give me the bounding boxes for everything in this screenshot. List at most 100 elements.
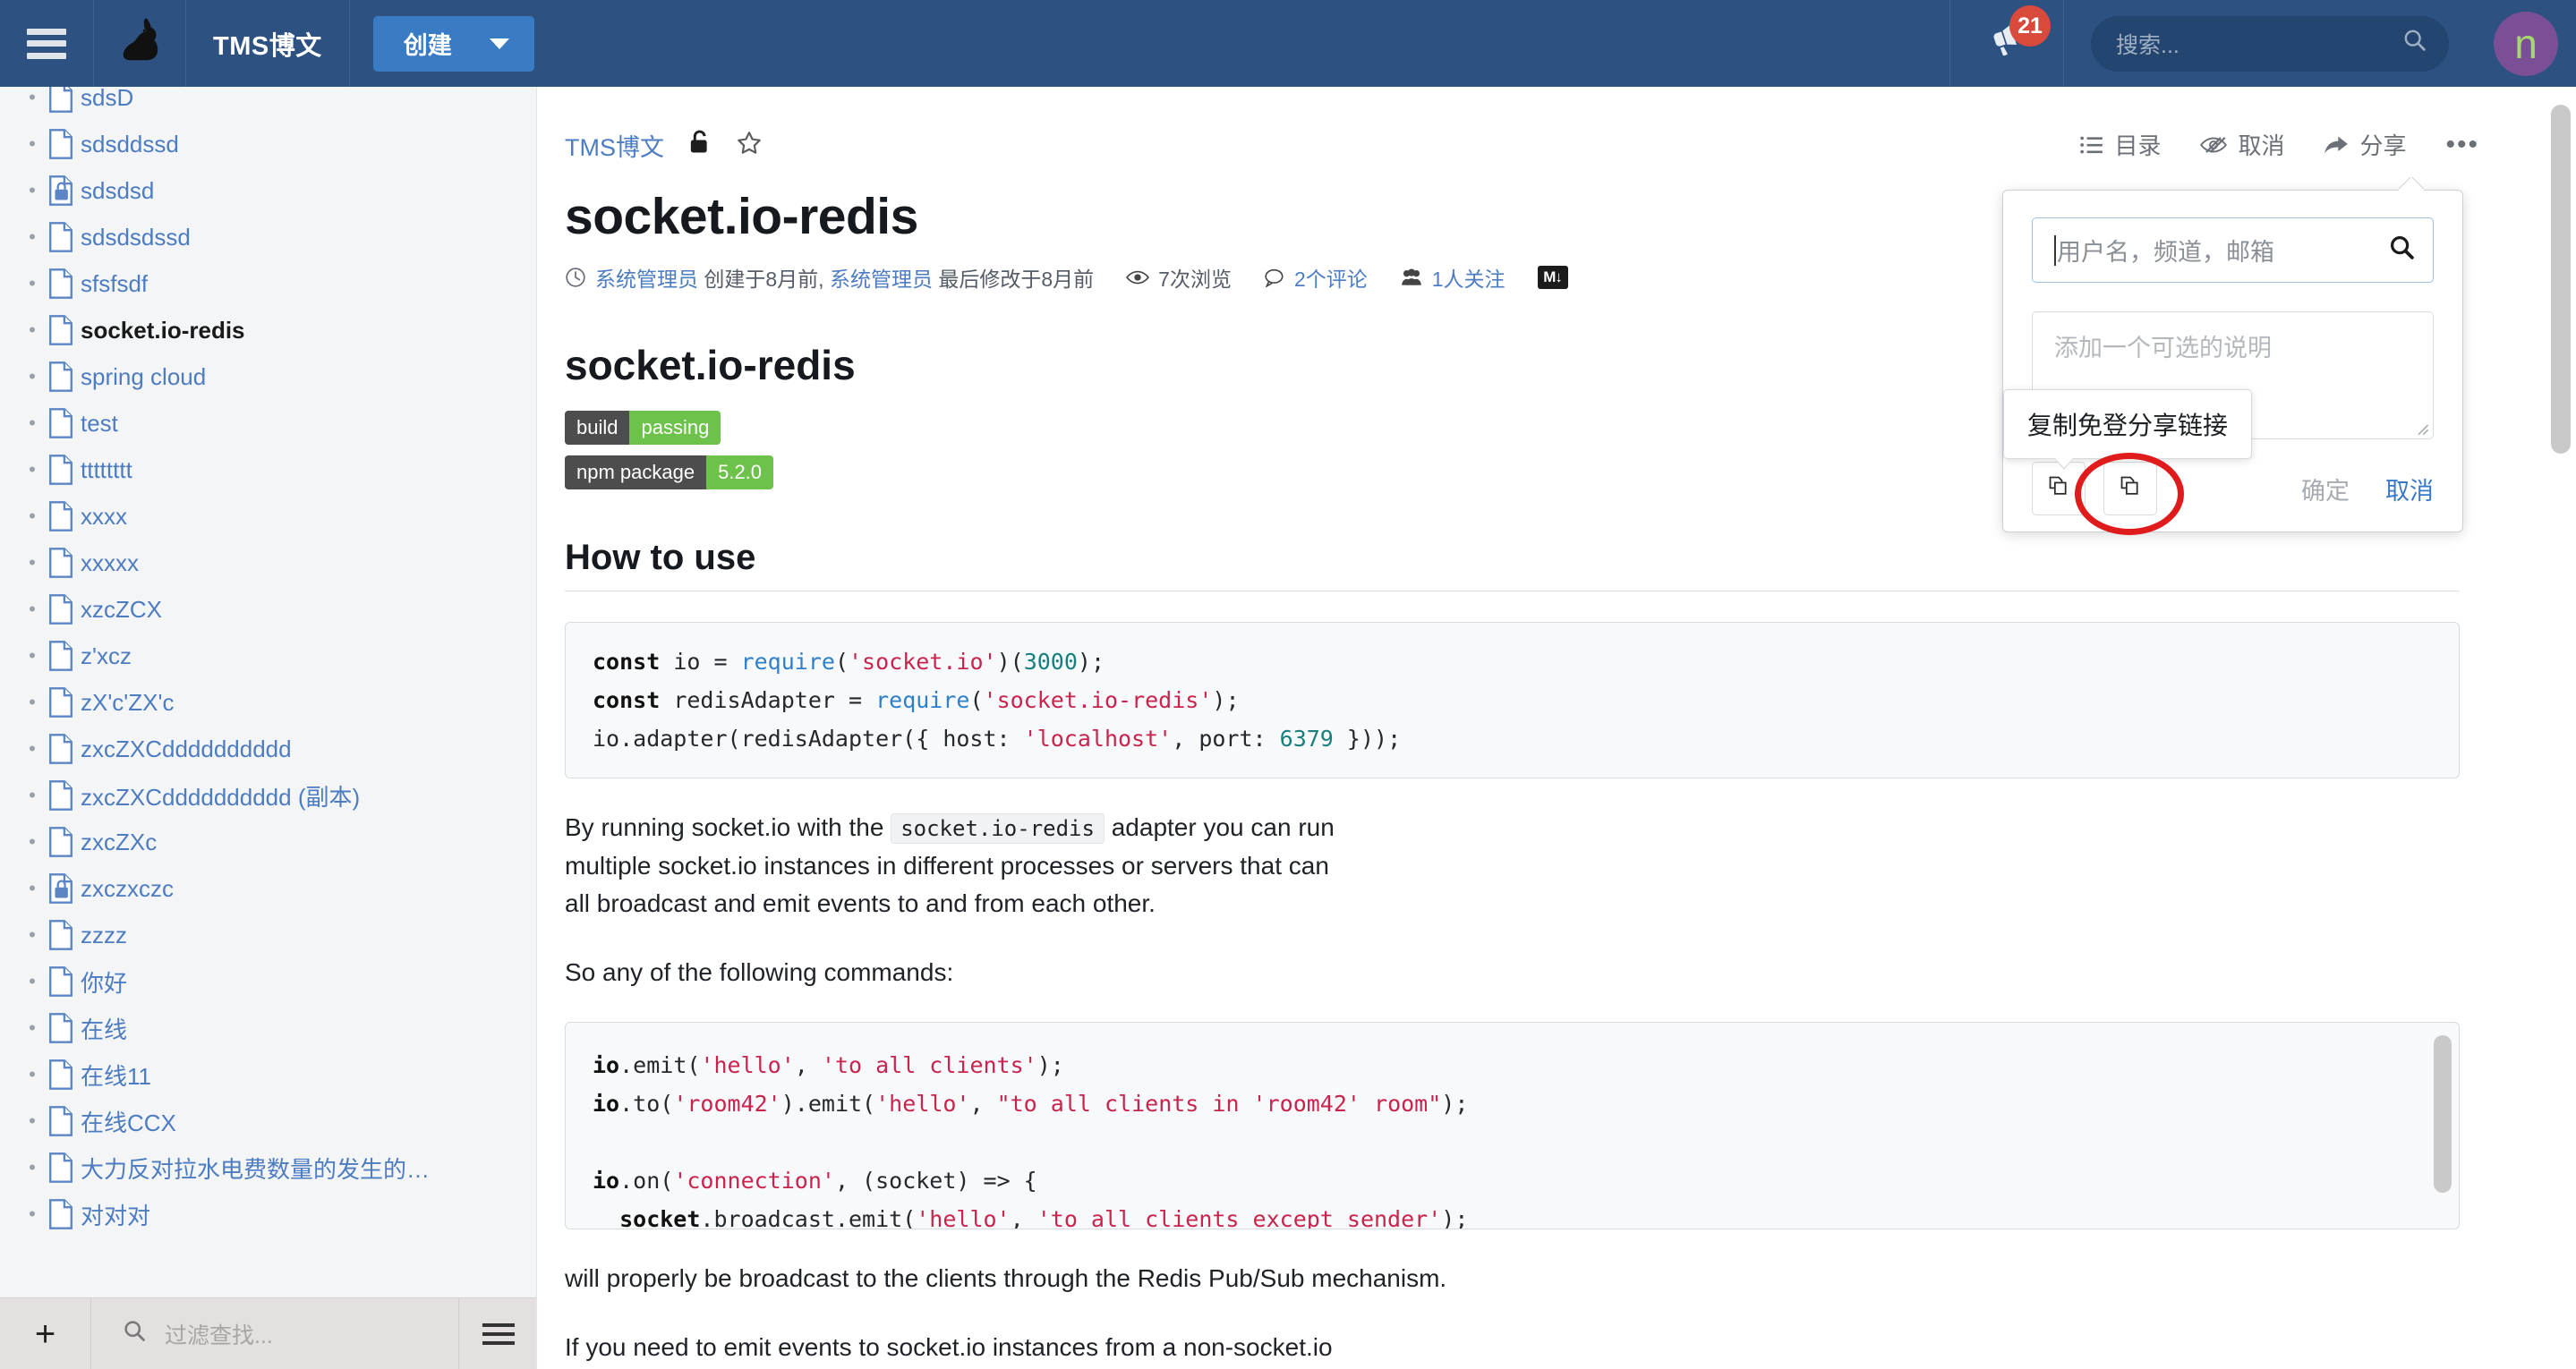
sidebar-item-zzzz[interactable]: • zzzz [0,912,536,958]
sidebar-item-[interactable]: • 在线 [0,1005,536,1051]
document-icon [41,687,81,718]
copy-nologin-share-link-button[interactable] [2103,462,2157,515]
sidebar-item-xxxxx[interactable]: • xxxxx [0,540,536,586]
share-confirm-button[interactable]: 确定 [2301,472,2350,506]
code-punct: ( [834,649,849,675]
sidebar-item-label: xxxx [81,502,127,530]
sidebar-item-ccx[interactable]: • 在线CCX [0,1098,536,1144]
inline-code: socket.io-redis [891,813,1105,844]
search-icon [122,1318,147,1349]
sidebar-filter-input[interactable]: 过滤查找... [91,1318,458,1350]
menu-toggle-button[interactable] [0,0,94,87]
code-text: .emit( [619,1052,701,1079]
share-button[interactable]: 分享 [2304,123,2426,166]
search-icon[interactable] [2388,234,2415,267]
site-logo-button[interactable] [94,0,186,87]
sidebar-item-test[interactable]: • test [0,400,536,446]
sidebar-item-sfsfsdf[interactable]: • sfsfsdf [0,260,536,307]
doc-heading-2: How to use [565,538,2460,591]
share-recipient-input[interactable]: 用户名，频道，邮箱 [2032,217,2434,283]
sidebar-item-label: zxczxczc [81,874,174,902]
sidebar-item-zx-c-zx-c[interactable]: • zX'c'ZX'c [0,679,536,726]
code-block-scrollbar[interactable] [2434,1035,2452,1194]
sidebar: • sdsD • sdsddssd • sdsdsd • sdsdsdssd • sfsfsdf •… [0,87,537,1369]
bullet-icon: • [29,1203,36,1225]
eye-slash-icon [2200,135,2228,155]
breadcrumb-space-link[interactable]: TMS博文 [565,128,664,163]
sidebar-item-[interactable]: • 对对对 [0,1191,536,1237]
ellipsis-icon[interactable]: ••• [2426,124,2499,166]
sidebar-item-label: 大力反对拉水电费数量的发生的… [81,1155,431,1183]
document-icon [41,780,81,811]
bullet-icon: • [29,1016,36,1039]
sidebar-item-sdsddssd[interactable]: • sdsddssd [0,121,536,167]
sidebar-item-label: 在线CCX [81,1109,176,1136]
notifications-button[interactable]: 21 [1949,0,2064,87]
unwatch-button[interactable]: 取消 [2180,123,2304,166]
sidebar-item-z-xcz[interactable]: • z'xcz [0,633,536,679]
toc-button[interactable]: 目录 [2060,123,2180,166]
sidebar-footer: + 过滤查找... [0,1297,536,1369]
code-text: , [794,1052,822,1079]
sidebar-item-label: 在线 [81,1016,128,1043]
sidebar-item-spring-cloud[interactable]: • spring cloud [0,353,536,400]
code-text: , port: [1172,726,1280,752]
sidebar-item-zxczxcdddddddddd[interactable]: • zxcZXCdddddddddd (副本) [0,772,536,819]
document-icon [41,315,81,345]
share-cancel-button[interactable]: 取消 [2385,472,2434,506]
sidebar-item-label: zzzz [81,921,127,948]
sidebar-menu-button[interactable] [458,1297,536,1369]
editor-link[interactable]: 系统管理员 [830,262,933,293]
sidebar-item-label: z'xcz [81,642,132,669]
code-punct: )( [996,649,1024,675]
sidebar-item-zxczxcdddddddddd[interactable]: • zxcZXCdddddddddd [0,726,536,772]
sidebar-item-zxczxc[interactable]: • zxcZXc [0,819,536,865]
chevron-down-icon[interactable] [489,38,509,49]
share-recipient-placeholder: 用户名，频道，邮箱 [2057,239,2274,266]
unlocked-icon[interactable] [689,130,711,161]
code-string: 'hello' [916,1206,1011,1230]
bullet-icon: • [29,830,36,853]
add-page-button[interactable]: + [0,1297,91,1369]
user-menu-button[interactable]: n [2476,0,2576,87]
star-outline-icon[interactable] [736,130,763,161]
markdown-badge: M↓ [1537,266,1568,289]
sidebar-item-label: test [81,409,118,437]
sidebar-item-tttttttt[interactable]: • tttttttt [0,446,536,493]
sidebar-item-socket-io-redis[interactable]: • socket.io-redis [0,307,536,353]
sidebar-item-[interactable]: • 你好 [0,958,536,1005]
comments-count[interactable]: 2个评论 [1294,262,1368,293]
bullet-icon: • [29,272,36,294]
site-title-link[interactable]: TMS博文 [186,0,350,87]
sidebar-item-label: sfsfsdf [81,269,149,297]
document-icon [41,1199,81,1229]
popover-arrow [2399,177,2424,191]
sidebar-item-sdsd[interactable]: • sdsD [0,87,536,121]
eye-icon [1126,269,1150,285]
copy-link-button[interactable] [2032,462,2086,515]
sidebar-item-11[interactable]: • 在线11 [0,1051,536,1098]
comments-stat: 2个评论 [1264,262,1368,293]
sidebar-item-xxxx[interactable]: • xxxx [0,493,536,540]
sidebar-item-xzczcx[interactable]: • xzcZCX [0,586,536,633]
sidebar-item-[interactable]: • 大力反对拉水电费数量的发生的… [0,1144,536,1191]
sidebar-item-zxczxczc[interactable]: • zxczxczc [0,865,536,912]
code-keyword: const [593,687,661,713]
create-button[interactable]: 创建 [372,15,534,72]
watchers-count[interactable]: 1人关注 [1432,262,1506,293]
code-string: 'localhost' [1023,726,1173,752]
toc-label: 目录 [2114,132,2162,159]
author-link[interactable]: 系统管理员 [595,262,698,293]
code-text: , (socket) => { [834,1168,1037,1195]
document-icon [41,129,81,159]
sidebar-item-sdsdsd[interactable]: • sdsdsd [0,167,536,214]
document-icon [41,1013,81,1043]
clock-icon [565,267,586,288]
resize-handle[interactable] [2415,421,2429,436]
sidebar-item-sdsdsdssd[interactable]: • sdsdsdssd [0,214,536,260]
document-icon [41,734,81,764]
copy-icon [2119,474,2142,504]
search-input[interactable]: 搜索... [2091,15,2449,72]
code-string: 'to all clients except sender' [1036,1206,1442,1230]
avatar: n [2494,11,2558,76]
